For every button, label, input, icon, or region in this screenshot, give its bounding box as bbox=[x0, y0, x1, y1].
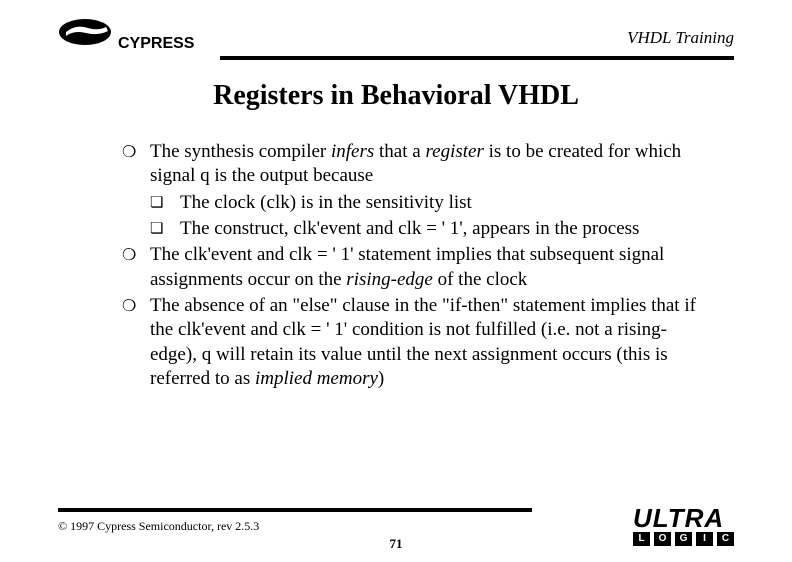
ultra-logo: ULTRA L O G I C bbox=[633, 507, 734, 546]
ultra-box-c: C bbox=[717, 532, 734, 546]
bullet-2-text: The clk'event and clk = ' 1' statement i… bbox=[150, 243, 702, 292]
slide-title: Registers in Behavioral VHDL bbox=[0, 80, 792, 112]
content: ❍ The synthesis compiler infers that a r… bbox=[122, 140, 702, 393]
header-rule bbox=[220, 56, 734, 60]
bullet-1-text: The synthesis compiler infers that a reg… bbox=[150, 140, 702, 189]
ultra-box-o: O bbox=[654, 532, 671, 546]
circle-bullet-icon: ❍ bbox=[122, 140, 150, 189]
brand-text: CYPRESS bbox=[118, 35, 195, 52]
ultra-boxes: L O G I C bbox=[633, 532, 734, 546]
ultra-text: ULTRA bbox=[633, 507, 734, 530]
header-title: VHDL Training bbox=[627, 28, 734, 48]
bullet-2: ❍ The clk'event and clk = ' 1' statement… bbox=[122, 243, 702, 292]
ultra-box-i: I bbox=[696, 532, 713, 546]
bullet-1: ❍ The synthesis compiler infers that a r… bbox=[122, 140, 702, 189]
bullet-3: ❍ The absence of an "else" clause in the… bbox=[122, 294, 702, 391]
sub-bullet-1: ❏ The clock (clk) is in the sensitivity … bbox=[150, 191, 702, 215]
square-bullet-icon: ❏ bbox=[150, 217, 180, 241]
circle-bullet-icon: ❍ bbox=[122, 243, 150, 292]
ultra-box-g: G bbox=[675, 532, 692, 546]
copyright: © 1997 Cypress Semiconductor, rev 2.5.3 bbox=[58, 519, 259, 534]
footer-rule bbox=[58, 508, 532, 512]
sub-bullet-1-text: The clock (clk) is in the sensitivity li… bbox=[180, 191, 472, 215]
sub-bullet-2: ❏ The construct, clk'event and clk = ' 1… bbox=[150, 217, 702, 241]
ultra-box-l: L bbox=[633, 532, 650, 546]
square-bullet-icon: ❏ bbox=[150, 191, 180, 215]
sub-bullet-2-text: The construct, clk'event and clk = ' 1',… bbox=[180, 217, 639, 241]
circle-bullet-icon: ❍ bbox=[122, 294, 150, 391]
bullet-3-text: The absence of an "else" clause in the "… bbox=[150, 294, 702, 391]
cypress-logo: CYPRESS bbox=[58, 18, 218, 59]
sub-bullets: ❏ The clock (clk) is in the sensitivity … bbox=[150, 191, 702, 242]
